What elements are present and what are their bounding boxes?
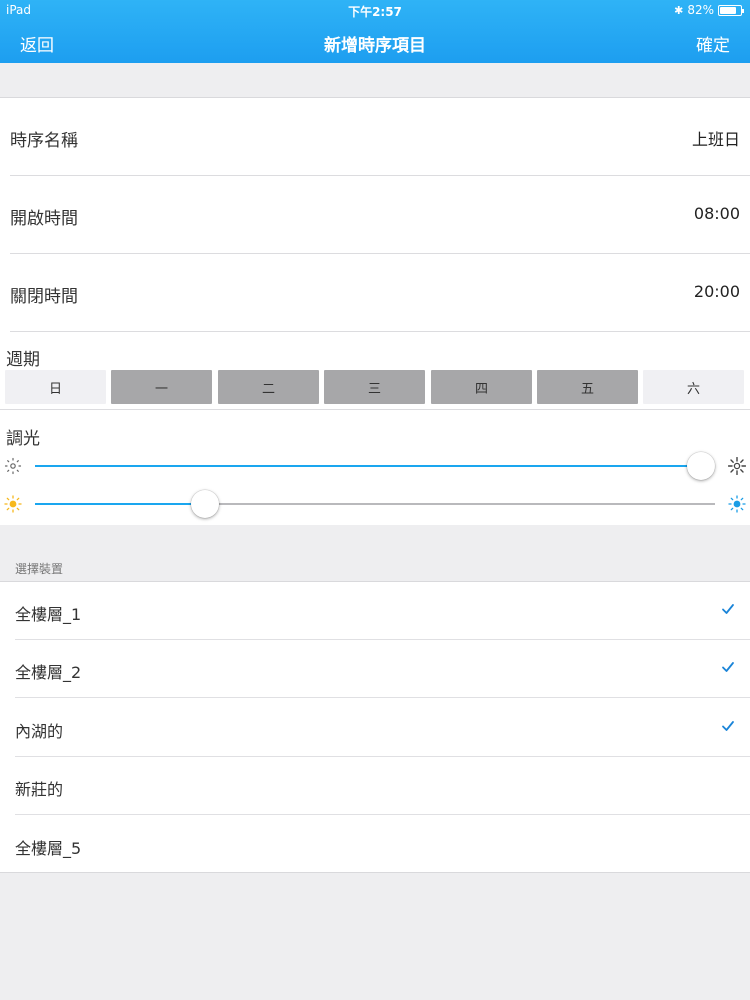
confirm-button[interactable]: 確定 — [696, 31, 730, 56]
cool-sun-icon — [728, 495, 746, 513]
status-time: 下午2:57 — [348, 5, 402, 19]
checkmark-icon — [722, 604, 734, 614]
status-right: ✱ 82% — [674, 3, 744, 17]
day-button-fri[interactable]: 五 — [537, 370, 638, 404]
end-time-value[interactable]: 20:00 — [694, 282, 740, 301]
schedule-name-row[interactable]: 時序名稱 上班日 — [0, 98, 750, 176]
app-header: iPad 下午2:57 ✱ 82% 返回 新增時序項目 確定 — [0, 0, 750, 63]
warm-sun-icon — [4, 495, 22, 513]
device-name: 新莊的 — [15, 780, 64, 799]
device-item[interactable]: 全樓層_2 — [0, 640, 750, 698]
device-item[interactable]: 新莊的 — [0, 757, 750, 815]
schedule-name-label: 時序名稱 — [10, 131, 78, 151]
device-name: 內湖的 — [15, 722, 64, 741]
device-name: 全樓層_2 — [15, 663, 82, 682]
slider-track[interactable] — [35, 490, 715, 518]
end-time-row[interactable]: 關閉時間 20:00 — [0, 254, 750, 332]
brightness-high-icon — [728, 457, 746, 475]
start-time-row[interactable]: 開啟時間 08:00 — [0, 176, 750, 254]
checkmark-icon — [722, 721, 734, 731]
brightness-slider[interactable] — [0, 451, 750, 481]
battery-fill — [720, 6, 737, 14]
day-button-sun[interactable]: 日 — [5, 370, 106, 404]
checkmark-icon — [722, 662, 734, 672]
schedule-name-value[interactable]: 上班日 — [692, 126, 740, 150]
end-time-label: 關閉時間 — [10, 287, 78, 307]
slider-thumb[interactable] — [687, 452, 716, 480]
device-section-header: 選擇裝置 — [15, 562, 64, 576]
weekday-selector: 日 一 二 三 四 五 六 — [5, 370, 746, 405]
dimming-label: 調光 — [6, 429, 40, 449]
device-item[interactable]: 全樓層_5 — [0, 816, 750, 874]
day-button-mon[interactable]: 一 — [111, 370, 212, 404]
slider-thumb[interactable] — [191, 490, 219, 518]
start-time-value[interactable]: 08:00 — [694, 204, 740, 223]
week-cycle-label: 週期 — [6, 350, 40, 370]
day-button-thu[interactable]: 四 — [431, 370, 532, 404]
brightness-low-icon — [4, 457, 22, 475]
day-button-wed[interactable]: 三 — [324, 370, 425, 404]
start-time-label: 開啟時間 — [10, 209, 78, 229]
slider-track[interactable] — [35, 452, 716, 480]
battery-icon — [718, 4, 744, 16]
page-title: 新增時序項目 — [324, 36, 426, 56]
color-temperature-slider[interactable] — [0, 489, 750, 519]
row-divider — [10, 331, 750, 332]
row-divider — [15, 697, 750, 698]
schedule-form: 時序名稱 上班日 開啟時間 08:00 關閉時間 20:00 週期 日 一 二 … — [0, 97, 750, 525]
slider-fill — [35, 503, 205, 505]
slider-fill — [35, 465, 702, 467]
status-bar: iPad 下午2:57 ✱ 82% — [0, 0, 750, 20]
device-name: 全樓層_1 — [15, 605, 82, 624]
battery-percent: 82% — [687, 3, 714, 17]
row-divider — [0, 409, 750, 410]
row-divider — [15, 814, 750, 815]
device-list: 全樓層_1 全樓層_2 內湖的 新莊的 全樓層_5 — [0, 581, 750, 873]
day-button-tue[interactable]: 二 — [218, 370, 319, 404]
bluetooth-icon: ✱ — [674, 3, 684, 17]
device-item[interactable]: 內湖的 — [0, 699, 750, 757]
device-item[interactable]: 全樓層_1 — [0, 582, 750, 640]
day-button-sat[interactable]: 六 — [643, 370, 744, 404]
device-name: 全樓層_5 — [15, 839, 82, 858]
